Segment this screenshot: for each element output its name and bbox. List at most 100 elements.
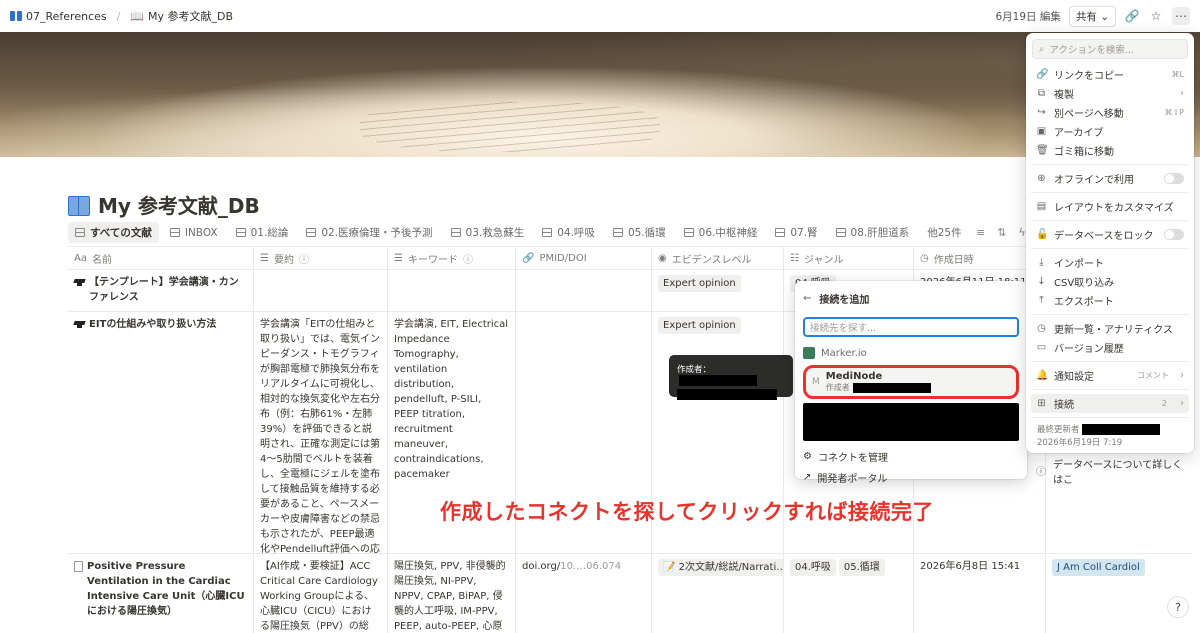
open-book-icon: 📖 [130,9,145,23]
tab-label: 05.循環 [627,227,666,239]
table-icon [835,228,846,237]
doi-prefix[interactable]: doi.org/ [522,561,560,572]
connection-search-input[interactable]: 接続先を探す... [803,317,1019,337]
table-row[interactable]: Positive Pressure Ventilation in the Car… [68,554,1200,633]
column-header-name[interactable]: Aa 名前 [68,247,254,269]
tab-label: 04.呼吸 [557,227,595,239]
document-icon [74,561,83,572]
lock-toggle[interactable] [1164,229,1184,240]
markerio-logo-icon [803,347,815,359]
menu-label: 通知設定 [1054,372,1094,383]
trash-icon: 🗑 [1036,145,1049,156]
menu-label: 複製 [1054,90,1074,101]
menu-duplicate[interactable]: ⧉ 複製 › [1031,84,1189,103]
menu-divider [1031,220,1189,221]
column-label: 要約 [273,254,294,266]
last-edited-time: 2026年6月19日 7:19 [1037,438,1123,448]
connection-item-markerio[interactable]: Marker.io [803,347,1019,359]
tab-label: 03.救急蘇生 [465,227,525,239]
keywords-cell[interactable] [388,270,516,311]
evidence-label: 2次文献/総説/Narrati… [678,562,784,573]
column-label: 作成日時 [933,254,974,266]
menu-csv-import[interactable]: ↓ CSV取り込み [1031,272,1189,291]
connection-item-medinode[interactable]: M MediNode 作成者 [803,365,1019,399]
tab-kidney[interactable]: 07.腎 [768,222,824,243]
tab-inbox[interactable]: INBOX [163,224,225,242]
menu-archive[interactable]: ▣ アーカイブ [1031,122,1189,141]
menu-customize-layout[interactable]: ▤ レイアウトをカスタマイズ [1031,197,1189,216]
column-header-summary[interactable]: ☰ 要約 ⓘ [254,247,388,269]
doi-rest[interactable]: 10.…06.074 [560,561,621,572]
menu-divider [1031,389,1189,390]
tab-all[interactable]: すべての文献 [68,222,159,243]
doi-cell[interactable]: doi.org/10.…06.074 [516,554,652,633]
breadcrumb-current-page[interactable]: My 参考文献_DB [148,8,233,24]
tab-label: INBOX [184,226,218,239]
export-icon: ⤒ [1039,295,1044,306]
keywords-cell[interactable]: 陽圧換気, PPV, 非侵襲的陽圧換気, NI-PPV, NPPV, CPAP,… [388,554,516,633]
table-icon [683,228,694,237]
column-header-pmid[interactable]: 🔗 PMID/DOI [516,247,652,269]
menu-import[interactable]: ⤓ インポート [1031,253,1189,272]
tab-ethics[interactable]: 02.医療倫理・予後予測 [299,222,439,243]
link-icon[interactable]: 🔗 [1124,8,1140,24]
column-header-genre[interactable]: ☷ ジャンル [784,247,914,269]
menu-trash[interactable]: 🗑 ゴミ箱に移動 [1031,141,1189,160]
menu-version-history[interactable]: ▭ バージョン履歴 [1031,338,1189,357]
redacted-block [1082,424,1161,435]
summary-cell[interactable] [254,270,388,311]
creator-label: 作成者： [677,365,712,375]
menu-connections[interactable]: ⊞ 接続 2 › [1031,394,1189,413]
breadcrumb-references[interactable]: 07_References [26,10,107,23]
page-title-text[interactable]: My 参考文献_DB [98,190,260,219]
menu-move-to[interactable]: ↪ 別ページへ移動 ⌘⇧P [1031,103,1189,122]
memo-icon: 📝 [663,562,679,573]
menu-divider [1031,248,1189,249]
menu-copy-link[interactable]: 🔗 リンクをコピー ⌘L [1031,65,1189,84]
menu-offline[interactable]: ⊕ オフラインで利用 [1031,169,1189,188]
tab-resuscitation[interactable]: 03.救急蘇生 [444,222,532,243]
column-header-evidence[interactable]: ◉ エビデンスレベル [652,247,784,269]
help-button[interactable]: ? [1167,596,1189,618]
row-title[interactable]: Positive Pressure Ventilation in the Car… [87,559,247,619]
menu-notifications[interactable]: 🔔 通知設定 コメント › [1031,366,1189,385]
tab-hepatobiliary[interactable]: 08.肝胆道系 [829,222,917,243]
action-search-input[interactable]: ⌕ アクションを検索... [1032,39,1188,59]
last-edited-info: 最終更新者 2026年6月19日 7:19 [1031,422,1189,452]
column-header-keywords[interactable]: ☰ キーワード ⓘ [388,247,516,269]
menu-label: バージョン履歴 [1054,344,1124,355]
menu-export[interactable]: ⤒ エクスポート [1031,291,1189,310]
menu-lock-database[interactable]: 🔓 データベースをロック [1031,225,1189,244]
developer-portal-link[interactable]: ↗ 開発者ポータル [803,470,1019,485]
filter-icon[interactable]: ≡ [976,226,985,239]
row-title[interactable]: EITの仕組みや取り扱い方法 [89,317,216,332]
breadcrumb: 07_References / 📖 My 参考文献_DB [10,8,233,24]
manage-connections-link[interactable]: ⚙ コネクトを管理 [803,449,1019,464]
doi-cell[interactable] [516,270,652,311]
tab-general[interactable]: 01.総論 [229,222,296,243]
genre-tag: 04.呼吸 [790,559,836,576]
menu-updates-analytics[interactable]: ◷ 更新一覧・アナリティクス [1031,319,1189,338]
offline-toggle[interactable] [1164,173,1184,184]
back-arrow-icon[interactable]: ← [803,293,811,304]
tab-cns[interactable]: 06.中枢神経 [677,222,765,243]
more-options-button[interactable]: ⋯ [1172,7,1190,25]
tab-label: 01.総論 [250,227,289,239]
row-title[interactable]: 【テンプレート】学会講演・カンファレンス [89,275,247,305]
star-icon[interactable]: ☆ [1148,8,1164,24]
lightning-icon[interactable]: ϟ [1018,226,1025,239]
tab-circulation[interactable]: 05.循環 [606,222,673,243]
summary-cell[interactable]: 【AI作成・要検証】ACC Critical Care Cardiology W… [254,554,388,633]
text-lines-icon: ☰ [394,252,403,264]
summary-cell[interactable]: 学会講演「EITの仕組みと取り扱い」では、電気インピーダンス・トモグラフィが胸部… [254,312,388,553]
menu-learn-more[interactable]: ⓘ データベースについて詳しくはこ [1031,460,1189,486]
view-tools: ≡ ⇅ ϟ [976,226,1026,239]
sort-icon[interactable]: ⇅ [997,226,1006,239]
share-button[interactable]: 共有 ⌄ [1068,5,1116,27]
tab-respiratory[interactable]: 04.呼吸 [535,222,602,243]
connections-count: 2 [1161,399,1167,408]
menu-label: アーカイブ [1054,128,1104,139]
text-lines-icon: ☰ [260,252,269,264]
menu-label: ゴミ箱に移動 [1054,147,1114,158]
tab-more[interactable]: 他25件 [920,222,968,243]
